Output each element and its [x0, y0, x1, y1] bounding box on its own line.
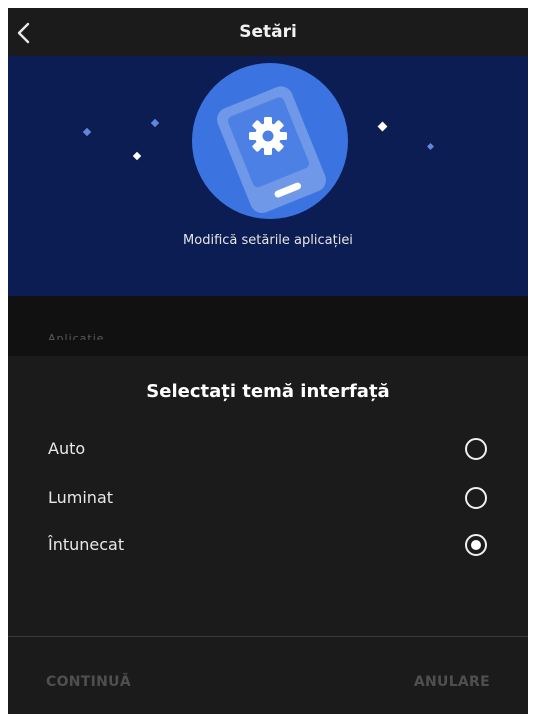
theme-option-light[interactable]: Luminat [8, 476, 528, 520]
radio-unchecked-icon[interactable] [465, 438, 487, 460]
sparkle-icon [426, 142, 435, 151]
theme-option-auto[interactable]: Auto [8, 427, 528, 471]
radio-checked-icon[interactable] [465, 534, 487, 556]
sparkle-icon [82, 127, 92, 137]
radio-unchecked-icon[interactable] [465, 487, 487, 509]
divider [8, 636, 528, 637]
sparkle-icon [132, 151, 142, 161]
app-screen: Setări Modifică setările aplicației Apli… [8, 8, 528, 714]
theme-selection-dialog: Selectați temă interfață Auto Luminat În… [8, 356, 528, 714]
page-title: Setări [239, 22, 297, 42]
sparkle-icon [150, 118, 160, 128]
dialog-title: Selectați temă interfață [146, 381, 390, 402]
gear-icon [249, 117, 287, 155]
continue-button[interactable]: CONTINUĂ [46, 674, 131, 690]
option-label: Luminat [48, 488, 114, 507]
top-app-bar: Setări [8, 8, 528, 56]
option-label: Auto [48, 439, 86, 458]
hero-caption: Modifică setările aplicației [183, 233, 353, 248]
section-header: Aplicație [48, 332, 105, 340]
option-label: Întunecat [48, 535, 125, 554]
settings-hero-banner: Modifică setările aplicației [8, 56, 528, 296]
settings-list-dimmed: Aplicație [8, 296, 528, 356]
theme-option-dark[interactable]: Întunecat [8, 523, 528, 567]
sparkle-icon [377, 121, 388, 132]
cancel-button[interactable]: ANULARE [414, 674, 490, 690]
settings-phone-illustration [82, 63, 435, 219]
